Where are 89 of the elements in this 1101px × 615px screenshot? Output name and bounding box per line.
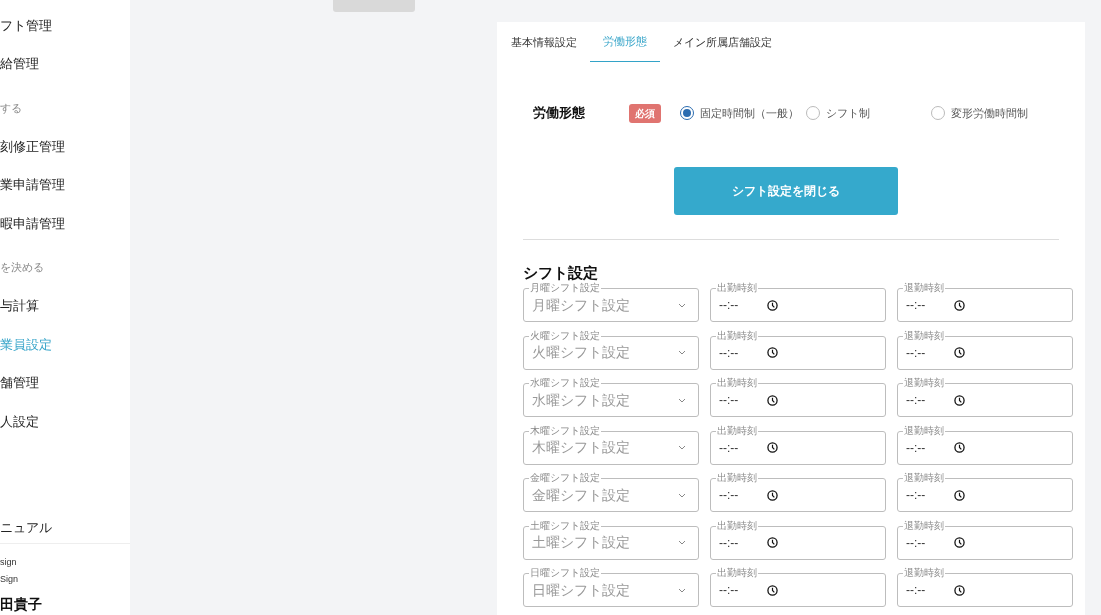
time-value: --:-- bbox=[906, 534, 927, 552]
field-label: 出勤時刻 bbox=[716, 519, 758, 532]
radio-option[interactable]: 固定時間制（一般） bbox=[680, 104, 806, 122]
field-label: 火曜シフト設定 bbox=[529, 329, 601, 342]
time-value: --:-- bbox=[719, 582, 740, 599]
chevron-down-icon bbox=[678, 587, 686, 593]
select-placeholder: 水曜シフト設定 bbox=[532, 390, 631, 410]
time-value: --:-- bbox=[906, 392, 927, 409]
field-label: 出勤時刻 bbox=[716, 567, 758, 579]
field-label: 退勤時刻 bbox=[903, 424, 945, 437]
sidebar-item[interactable]: 与計算 bbox=[0, 286, 130, 325]
time-value: --:-- bbox=[906, 344, 927, 362]
time-value: --:-- bbox=[906, 582, 927, 599]
user-name: 田貴子 bbox=[0, 595, 43, 614]
required-badge: 必須 bbox=[629, 103, 661, 123]
chevron-down-icon bbox=[678, 492, 686, 498]
radio-label: 変形労働時間制 bbox=[951, 105, 1028, 121]
field-label: 退勤時刻 bbox=[903, 519, 945, 532]
field-label: 出勤時刻 bbox=[716, 424, 758, 437]
field-label: 出勤時刻 bbox=[716, 282, 758, 294]
sidebar-item[interactable]: 舗管理 bbox=[0, 363, 130, 402]
field-heading: 労働形態 bbox=[533, 104, 586, 123]
sidebar-item[interactable]: フト管理 bbox=[0, 6, 130, 45]
clock-icon bbox=[954, 584, 965, 596]
tab[interactable]: メイン所属店舗設定 bbox=[660, 22, 785, 62]
field-label: 水曜シフト設定 bbox=[529, 377, 601, 389]
field-label: 退勤時刻 bbox=[903, 282, 945, 294]
sidebar-item[interactable]: 業申請管理 bbox=[0, 165, 130, 204]
field-label: 土曜シフト設定 bbox=[529, 519, 601, 532]
field-label: 退勤時刻 bbox=[903, 329, 945, 342]
field-label: 日曜シフト設定 bbox=[529, 567, 601, 579]
sidebar-item[interactable]: 給管理 bbox=[0, 44, 130, 83]
field-label: 金曜シフト設定 bbox=[529, 472, 601, 484]
chevron-down-icon bbox=[678, 540, 686, 545]
sidebar-item[interactable]: 暇申請管理 bbox=[0, 204, 130, 243]
sidebar-item[interactable]: 刻修正管理 bbox=[0, 127, 130, 166]
select-placeholder: 土曜シフト設定 bbox=[532, 533, 631, 552]
clock-icon bbox=[954, 347, 965, 358]
time-value: --:-- bbox=[719, 439, 740, 457]
sidebar-section-label: を決める bbox=[0, 260, 45, 276]
time-value: --:-- bbox=[906, 487, 927, 504]
select-placeholder: 木曜シフト設定 bbox=[532, 438, 631, 457]
sidebar-item[interactable]: ニュアル bbox=[0, 512, 130, 543]
select-placeholder: 日曜シフト設定 bbox=[532, 580, 631, 600]
clock-icon bbox=[954, 394, 965, 406]
chevron-down-icon bbox=[678, 302, 686, 308]
time-value: --:-- bbox=[719, 392, 740, 409]
select-placeholder: 火曜シフト設定 bbox=[532, 343, 631, 362]
field-label: 退勤時刻 bbox=[903, 377, 945, 389]
clock-icon bbox=[767, 489, 778, 501]
radio-option[interactable]: シフト制 bbox=[806, 104, 931, 122]
time-value: --:-- bbox=[719, 487, 740, 504]
clock-icon bbox=[767, 442, 778, 453]
radio-option[interactable]: 変形労働時間制 bbox=[931, 104, 1028, 122]
clock-icon bbox=[767, 537, 778, 548]
time-value: --:-- bbox=[719, 297, 740, 314]
radio-label: 固定時間制（一般） bbox=[700, 105, 799, 121]
clock-icon bbox=[767, 299, 778, 311]
clock-icon bbox=[767, 584, 778, 596]
select-placeholder: 月曜シフト設定 bbox=[532, 295, 631, 315]
clock-icon bbox=[954, 299, 965, 311]
sidebar-item[interactable]: 人設定 bbox=[0, 402, 130, 441]
time-value: --:-- bbox=[719, 344, 740, 362]
user-info-text: Sign bbox=[0, 573, 19, 586]
clock-icon bbox=[954, 489, 965, 501]
field-label: 木曜シフト設定 bbox=[529, 424, 601, 437]
time-value: --:-- bbox=[906, 297, 927, 314]
clock-icon bbox=[767, 394, 778, 406]
time-value: --:-- bbox=[906, 439, 927, 457]
field-label: 出勤時刻 bbox=[716, 329, 758, 342]
tab[interactable]: 基本情報設定 bbox=[498, 22, 590, 62]
chevron-down-icon bbox=[678, 350, 686, 355]
field-label: 出勤時刻 bbox=[716, 377, 758, 389]
time-value: --:-- bbox=[719, 534, 740, 552]
radio-label: シフト制 bbox=[826, 105, 870, 121]
section-title: シフト設定 bbox=[523, 264, 599, 282]
chevron-down-icon bbox=[678, 397, 686, 403]
chevron-down-icon bbox=[678, 445, 686, 450]
sidebar-section-label: する bbox=[0, 100, 23, 116]
back-button[interactable] bbox=[333, 0, 415, 12]
clock-icon bbox=[954, 537, 965, 548]
field-label: 退勤時刻 bbox=[903, 472, 945, 484]
user-info-text: sign bbox=[0, 556, 18, 569]
clock-icon bbox=[954, 442, 965, 453]
clock-icon bbox=[767, 347, 778, 358]
select-placeholder: 金曜シフト設定 bbox=[532, 485, 631, 505]
field-label: 月曜シフト設定 bbox=[529, 282, 601, 294]
field-label: 退勤時刻 bbox=[903, 567, 945, 579]
field-label: 出勤時刻 bbox=[716, 472, 758, 484]
